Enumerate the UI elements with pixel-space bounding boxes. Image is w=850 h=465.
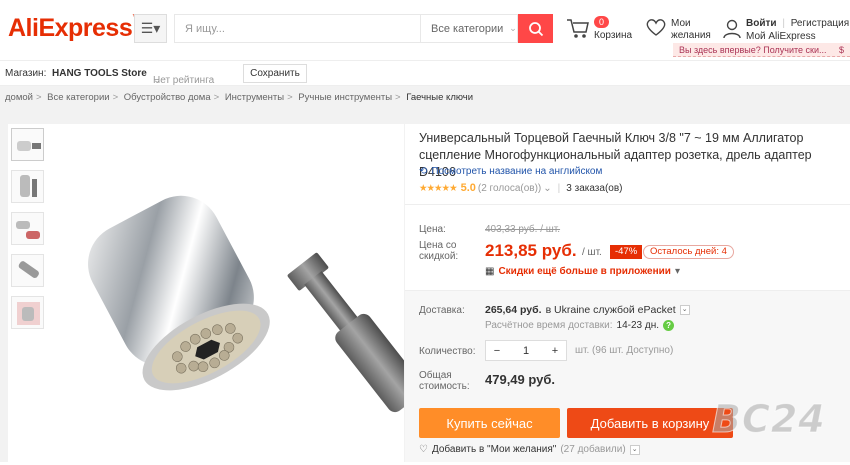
shipping-destination: в Ukraine службой ePacket: [545, 304, 676, 316]
cart-count-badge: 0: [594, 16, 610, 28]
quantity-label: Количество:: [419, 346, 476, 357]
my-aliexpress-link[interactable]: Мой AliExpress: [746, 31, 816, 42]
cart-label: Корзина: [594, 30, 633, 41]
category-menu-button[interactable]: ☰▾: [134, 14, 167, 43]
shipping-price: 265,64 руб.: [485, 304, 542, 316]
wishlist-count: (27 добавили): [560, 444, 626, 455]
total-price: 479,49 руб.: [485, 372, 556, 387]
price-label: Цена:: [419, 224, 446, 235]
buy-now-button[interactable]: Купить сейчас: [419, 408, 560, 438]
quantity-minus-button[interactable]: −: [486, 345, 508, 357]
store-label: Магазин:: [5, 68, 47, 79]
days-left-badge: Осталось дней: 4: [643, 245, 734, 259]
breadcrumb-item[interactable]: Все категории: [47, 92, 109, 103]
chevron-down-icon: ⌄: [153, 75, 162, 86]
chevron-down-icon: ⌄: [679, 305, 690, 315]
translate-title-link[interactable]: ⟲ Посмотреть название на английском: [419, 166, 602, 177]
quantity-input[interactable]: 1: [515, 345, 537, 357]
aliexpress-logo[interactable]: AliExpress™: [8, 14, 139, 43]
star-rating-icon: ★★★★★: [419, 182, 458, 194]
quantity-plus-button[interactable]: +: [544, 345, 566, 357]
gallery-thumbnail[interactable]: [11, 128, 44, 161]
gallery-thumbnail[interactable]: [11, 254, 44, 287]
breadcrumb-current: Гаечные ключи: [406, 92, 474, 103]
product-rating: ★★★★★ 5.0 (2 голоса(ов)) ⌄ | 3 заказа(ов…: [419, 182, 623, 194]
chevron-down-icon: ⌄: [629, 444, 640, 455]
menu-icon: ☰▾: [140, 20, 161, 36]
search-icon: [528, 21, 543, 36]
register-link[interactable]: Регистрация: [791, 18, 849, 29]
search-button[interactable]: [518, 14, 553, 43]
store-bar: Магазин: HANG TOOLS Store Нет рейтинга ⌄…: [0, 60, 850, 86]
breadcrumb-item[interactable]: Инструменты: [225, 92, 284, 103]
watermark-logo: BC24: [712, 397, 826, 442]
heart-icon: ♡: [419, 444, 428, 455]
qr-code-icon: ▦: [485, 266, 495, 277]
gallery-thumbnail[interactable]: [11, 296, 44, 329]
product-main-image[interactable]: [68, 144, 424, 462]
breadcrumb: домой > Все категории > Обустройство дома >…: [0, 86, 850, 110]
user-icon: [723, 19, 741, 39]
breadcrumb-item[interactable]: домой: [5, 92, 33, 103]
new-user-promo-banner[interactable]: Вы здесь впервые? Получите ски... $: [673, 43, 850, 57]
store-name-link[interactable]: HANG TOOLS Store: [52, 68, 147, 79]
search-category-select[interactable]: Все категории ⌄: [420, 14, 518, 43]
shipping-option[interactable]: 265,64 руб. в Ukraine службой ePacket ⌄: [485, 304, 690, 316]
old-price: 403,33 руб. / шт.: [485, 224, 561, 235]
heart-icon: [646, 19, 666, 36]
promo-text: Вы здесь впервые? Получите ски...: [679, 45, 827, 55]
discount-price-label: Цена со скидкой:: [419, 240, 459, 262]
total-label: Общая стоимость:: [419, 370, 470, 392]
quantity-stepper: − 1 +: [485, 340, 567, 361]
add-to-wishlist-link[interactable]: ♡ Добавить в "Мои желания" (27 добавили)…: [419, 444, 640, 455]
help-icon[interactable]: ?: [663, 320, 675, 331]
gallery-thumbnail[interactable]: [11, 212, 44, 245]
translate-icon: ⟲: [419, 166, 428, 177]
shipping-label: Доставка:: [419, 305, 465, 316]
chevron-down-icon: ⌄: [543, 182, 552, 194]
login-link[interactable]: Войти: [746, 18, 777, 29]
save-store-button[interactable]: Сохранить: [243, 64, 307, 83]
discount-badge: -47%: [610, 245, 643, 259]
per-unit: / шт.: [582, 247, 602, 258]
chevron-down-icon: ⌄: [509, 23, 517, 33]
currency-icon: $: [838, 45, 844, 55]
cart-icon: [567, 19, 589, 38]
cart-link[interactable]: 0 Корзина: [566, 16, 636, 46]
wishlist-link[interactable]: Мои желания: [645, 16, 711, 41]
add-to-cart-button[interactable]: Добавить в корзину: [567, 408, 733, 438]
breadcrumb-item[interactable]: Ручные инструменты: [298, 92, 392, 103]
search-category-label: Все категории: [431, 22, 504, 35]
rating-value: 5.0: [460, 182, 476, 194]
breadcrumb-item[interactable]: Обустройство дома: [124, 92, 211, 103]
caret-down-icon: ▾: [674, 266, 680, 277]
gallery-thumbnail[interactable]: [11, 170, 44, 203]
price-block: Цена: 403,33 руб. / шт. Цена со скидкой: …: [405, 204, 850, 290]
socket-wrench-image: [88, 195, 424, 413]
votes-link[interactable]: (2 голоса(ов)): [478, 183, 541, 194]
app-deal-link[interactable]: ▦ Скидки ещё больше в приложении ▾: [485, 266, 680, 277]
orders-count: 3 заказа(ов): [566, 182, 623, 194]
wishlist-label: Мои желания: [671, 18, 711, 41]
delivery-time: Расчётное время доставки: 14-23 дн. ?: [485, 320, 675, 331]
discount-price: 213,85 руб.: [485, 241, 577, 260]
quantity-available: шт. (96 шт. Доступно): [575, 345, 674, 356]
product-gallery: [8, 124, 424, 462]
header: AliExpress™ ☰▾ Я ищу... Все категории ⌄ …: [0, 0, 850, 60]
